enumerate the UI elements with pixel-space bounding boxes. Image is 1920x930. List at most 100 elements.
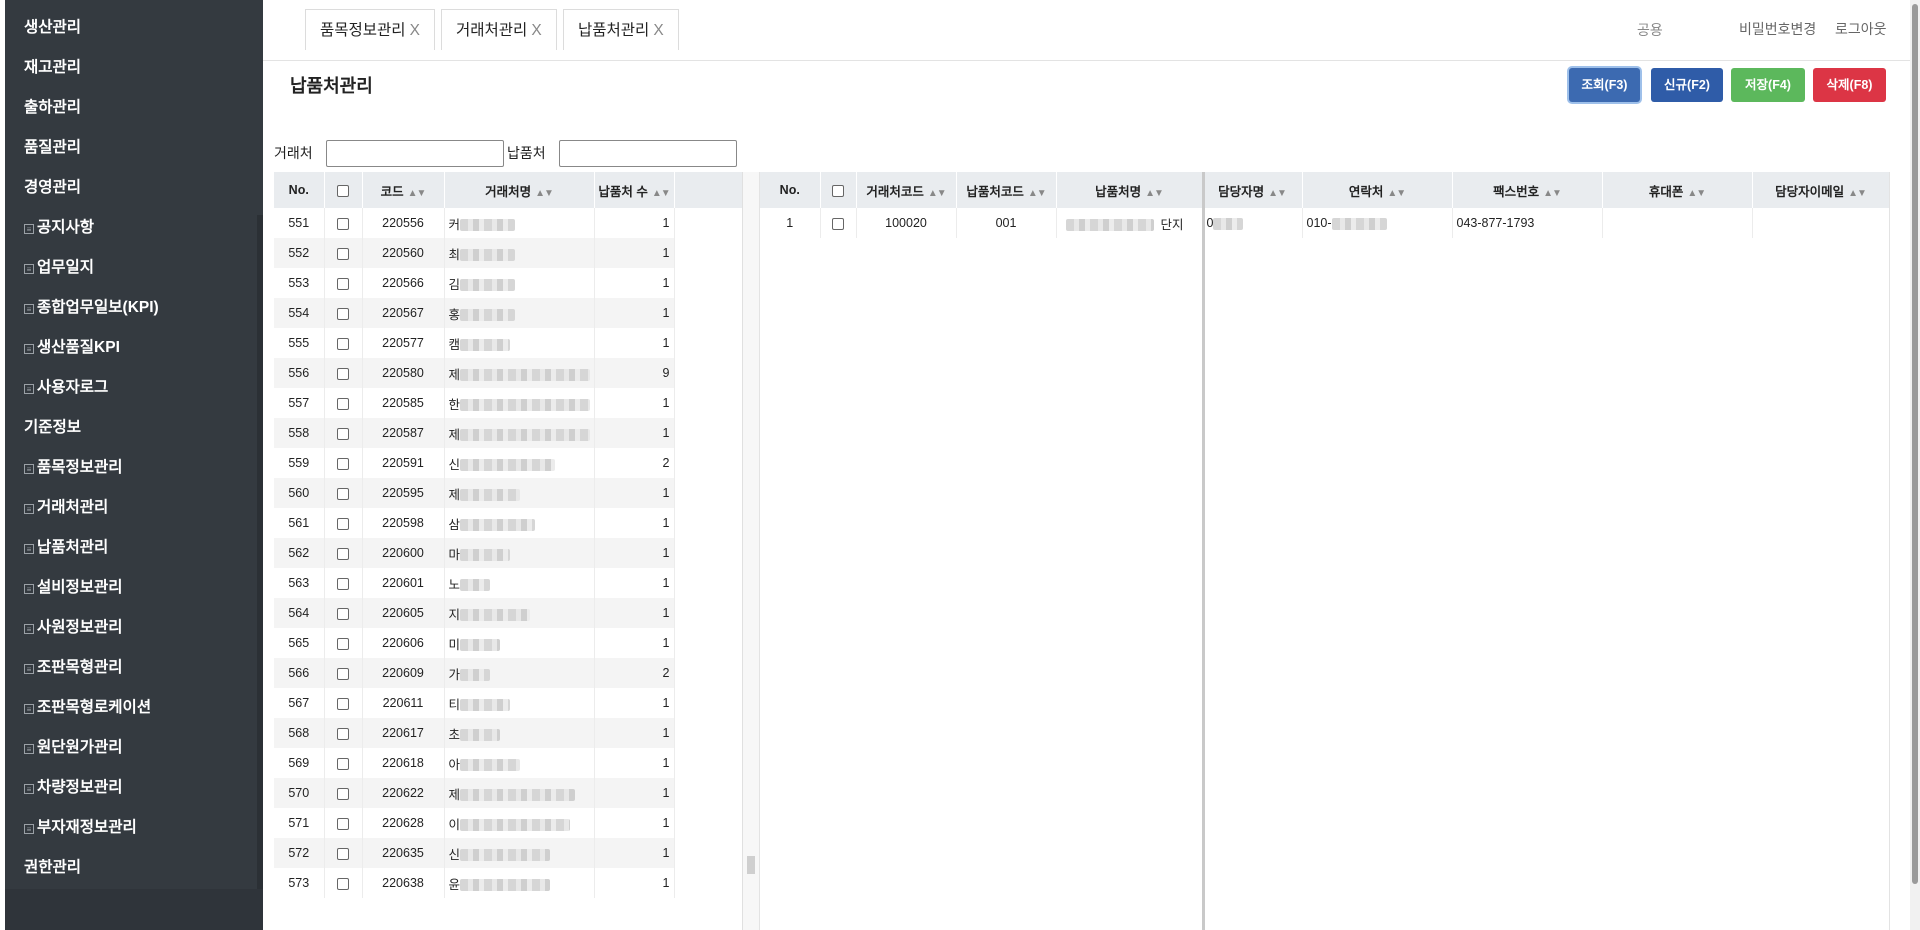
column-header-code[interactable]: 코드 ▲▼ <box>362 172 445 208</box>
sort-icon[interactable]: ▲▼ <box>652 188 671 199</box>
sidebar-item[interactable]: ≡ 업무일지 <box>5 250 255 290</box>
sidebar-item[interactable]: ≡ 사용자로그 <box>5 370 255 410</box>
sidebar-item[interactable]: ≡ 조판목형로케이션 <box>5 690 255 730</box>
table-row[interactable]: 562 220600 마 1 <box>274 538 742 568</box>
row-checkbox[interactable] <box>820 208 857 238</box>
sidebar-item[interactable]: ≡ 원단원가관리 <box>5 730 255 770</box>
table-row[interactable]: 567 220611 티 1 <box>274 688 742 718</box>
close-icon[interactable]: X <box>531 22 541 39</box>
table-row[interactable]: 569 220618 아 1 <box>274 748 742 778</box>
new-button[interactable]: 신규(F2) <box>1651 68 1723 102</box>
sidebar-item[interactable]: 출하관리 <box>5 90 255 130</box>
search-button[interactable]: 조회(F3) <box>1569 68 1640 102</box>
row-checkbox[interactable] <box>324 328 363 358</box>
row-checkbox[interactable] <box>324 268 363 298</box>
table-row[interactable]: 1 100020 001 단지 0 010- 043-877-1793 <box>760 208 1890 238</box>
select-all-checkbox[interactable] <box>820 172 857 208</box>
sort-icon[interactable]: ▲▼ <box>1687 188 1706 199</box>
sidebar-item[interactable]: 생산관리 <box>5 10 255 50</box>
table-row[interactable]: 553 220566 김 1 <box>274 268 742 298</box>
table-row[interactable]: 551 220556 커 1 <box>274 208 742 238</box>
sidebar-item[interactable]: 재고관리 <box>5 50 255 90</box>
table-row[interactable]: 566 220609 가 2 <box>274 658 742 688</box>
delete-button[interactable]: 삭제(F8) <box>1813 68 1886 102</box>
sidebar-item[interactable]: 권한관리 <box>5 850 255 890</box>
row-checkbox[interactable] <box>324 418 363 448</box>
row-checkbox[interactable] <box>324 478 363 508</box>
close-icon[interactable]: X <box>653 22 663 39</box>
table-row[interactable]: 556 220580 제 9 <box>274 358 742 388</box>
sidebar-item[interactable]: ≡ 생산품질KPI <box>5 330 255 370</box>
column-header-client-name[interactable]: 거래처명 ▲▼ <box>444 172 595 208</box>
sidebar-item[interactable]: ≡ 종합업무일보(KPI) <box>5 290 255 330</box>
column-header-contact[interactable]: 연락처 ▲▼ <box>1302 172 1453 208</box>
sidebar-item[interactable]: 기준정보 <box>5 410 255 450</box>
sidebar-item[interactable]: ≡ 차량정보관리 <box>5 770 255 810</box>
column-header-manager[interactable]: 담당자명 ▲▼ <box>1202 172 1303 208</box>
logout-link[interactable]: 로그아웃 <box>1835 14 1887 44</box>
column-header-fax[interactable]: 팩스번호 ▲▼ <box>1452 172 1603 208</box>
table-row[interactable]: 552 220560 최 1 <box>274 238 742 268</box>
tab-client[interactable]: 거래처관리 X <box>441 9 557 50</box>
sort-icon[interactable]: ▲▼ <box>535 188 554 199</box>
sidebar-item[interactable]: ≡ 부자재정보관리 <box>5 810 255 850</box>
sidebar-item[interactable]: ≡ 설비정보관리 <box>5 570 255 610</box>
table-row[interactable]: 559 220591 신 2 <box>274 448 742 478</box>
row-checkbox[interactable] <box>324 718 363 748</box>
sort-icon[interactable]: ▲▼ <box>1848 188 1867 199</box>
table-row[interactable]: 554 220567 홍 1 <box>274 298 742 328</box>
sidebar-item[interactable]: ≡ 거래처관리 <box>5 490 255 530</box>
row-checkbox[interactable] <box>324 388 363 418</box>
scroll-thumb[interactable] <box>1912 4 1918 884</box>
sidebar-item[interactable]: 품질관리 <box>5 130 255 170</box>
row-checkbox[interactable] <box>324 748 363 778</box>
table-row[interactable]: 571 220628 이 1 <box>274 808 742 838</box>
select-all-checkbox[interactable] <box>324 172 363 208</box>
row-checkbox[interactable] <box>324 868 363 898</box>
sidebar-item[interactable]: ≡ 조판목형관리 <box>5 650 255 690</box>
sidebar-item[interactable]: 경영관리 <box>5 170 255 210</box>
delivery-filter-input[interactable] <box>559 140 737 167</box>
row-checkbox[interactable] <box>324 778 363 808</box>
column-header-client-code[interactable]: 거래처코드 ▲▼ <box>856 172 957 208</box>
sidebar-item[interactable]: ≡ 공지사항 <box>5 210 255 250</box>
sort-icon[interactable]: ▲▼ <box>1387 188 1406 199</box>
tab-delivery[interactable]: 납품처관리 X <box>563 9 679 50</box>
sort-icon[interactable]: ▲▼ <box>1543 188 1562 199</box>
row-checkbox[interactable] <box>324 358 363 388</box>
table-row[interactable]: 558 220587 제 1 <box>274 418 742 448</box>
row-checkbox[interactable] <box>324 628 363 658</box>
table-row[interactable]: 560 220595 제 1 <box>274 478 742 508</box>
sort-icon[interactable]: ▲▼ <box>1268 188 1287 199</box>
row-checkbox[interactable] <box>324 808 363 838</box>
sidebar-scrollbar[interactable] <box>257 215 263 895</box>
column-header-email[interactable]: 담당자이메일 ▲▼ <box>1752 172 1890 208</box>
table-row[interactable]: 555 220577 캠 1 <box>274 328 742 358</box>
save-button[interactable]: 저장(F4) <box>1731 68 1805 102</box>
row-checkbox[interactable] <box>324 598 363 628</box>
client-filter-input[interactable] <box>326 140 504 167</box>
row-checkbox[interactable] <box>324 568 363 598</box>
table-row[interactable]: 568 220617 초 1 <box>274 718 742 748</box>
row-checkbox[interactable] <box>324 838 363 868</box>
row-checkbox[interactable] <box>324 298 363 328</box>
row-checkbox[interactable] <box>324 658 363 688</box>
table-row[interactable]: 561 220598 삼 1 <box>274 508 742 538</box>
page-scrollbar[interactable] <box>1910 0 1920 930</box>
column-header-delivery-count[interactable]: 납품처 수 ▲▼ <box>594 172 675 208</box>
close-icon[interactable]: X <box>410 22 420 39</box>
row-checkbox[interactable] <box>324 538 363 568</box>
scroll-thumb[interactable] <box>747 856 755 874</box>
sidebar-item[interactable]: ≡ 납품처관리 <box>5 530 255 570</box>
column-header-delivery-name[interactable]: 납품처명 ▲▼ <box>1056 172 1203 208</box>
table-row[interactable]: 564 220605 지 1 <box>274 598 742 628</box>
sort-icon[interactable]: ▲▼ <box>928 188 947 199</box>
row-checkbox[interactable] <box>324 238 363 268</box>
table-row[interactable]: 563 220601 노 1 <box>274 568 742 598</box>
row-checkbox[interactable] <box>324 208 363 238</box>
left-grid-scrollbar[interactable] <box>742 172 760 930</box>
table-row[interactable]: 572 220635 신 1 <box>274 838 742 868</box>
sort-icon[interactable]: ▲▼ <box>408 188 427 199</box>
column-header-delivery-code[interactable]: 납품처코드 ▲▼ <box>956 172 1057 208</box>
table-row[interactable]: 565 220606 미 1 <box>274 628 742 658</box>
